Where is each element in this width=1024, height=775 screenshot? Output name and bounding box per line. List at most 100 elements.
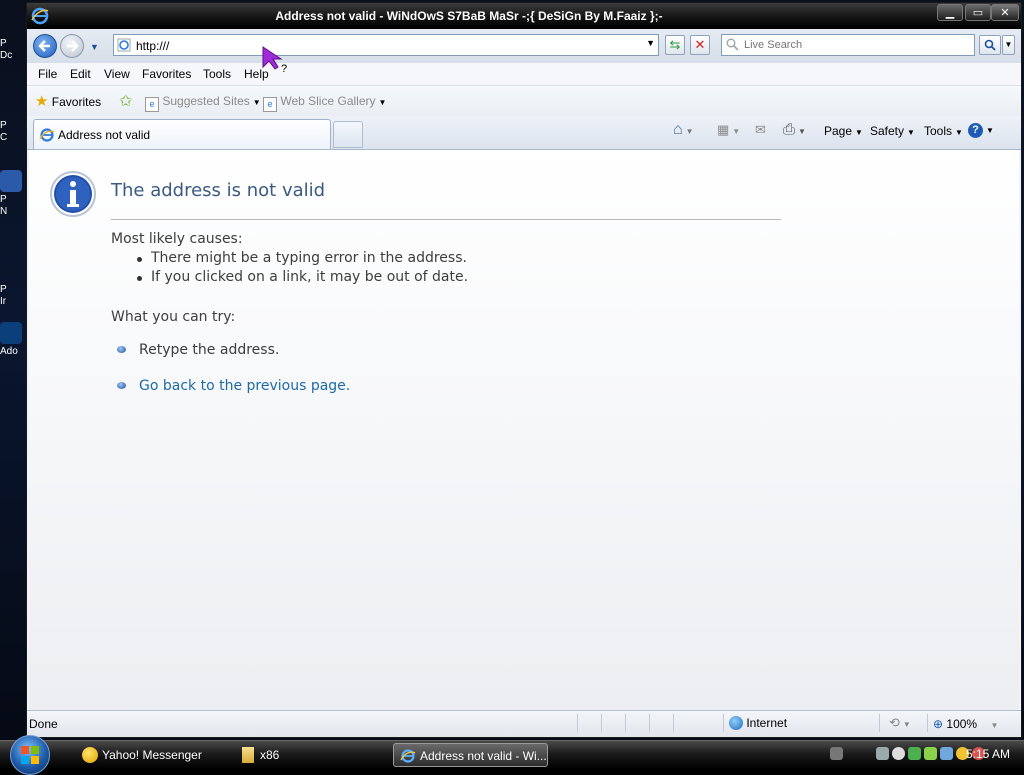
blue-bullet-icon	[117, 346, 126, 353]
go-back-link[interactable]: Go back to the previous page.	[139, 378, 350, 394]
stop-button[interactable]: ✕	[690, 35, 710, 55]
menu-view[interactable]: View	[104, 67, 130, 81]
windows-logo-icon	[21, 746, 39, 764]
taskbar-item-ie[interactable]: Address not valid - Wi...	[393, 743, 548, 767]
web-slice-gallery-label: Web Slice Gallery	[280, 94, 376, 108]
taskbar-item-x86[interactable]: x86	[234, 743, 384, 767]
ie-logo-icon	[39, 128, 55, 142]
causes-heading: Most likely causes:	[111, 231, 243, 247]
page-menu-label: Page	[824, 124, 853, 138]
zoom-control[interactable]: ⊕ 100% ▼	[933, 717, 998, 731]
desktop-icon[interactable]: Ado	[0, 322, 26, 358]
tools-menu[interactable]: Tools ▼	[924, 124, 963, 138]
address-text[interactable]: http:///	[136, 39, 169, 53]
close-button[interactable]: ✕	[991, 4, 1019, 21]
safety-menu[interactable]: Safety ▼	[870, 124, 915, 138]
suggested-sites-link[interactable]: e Suggested Sites ▼	[145, 94, 261, 112]
refresh-button[interactable]: ⇆	[665, 35, 685, 55]
ie-logo-icon	[400, 749, 416, 763]
browser-window: Address not valid - WiNdOwS S7BaB MaSr -…	[26, 2, 1022, 738]
page-title: The address is not valid	[111, 180, 326, 201]
menu-file[interactable]: File	[38, 67, 57, 81]
search-box[interactable]	[721, 34, 975, 56]
bullet	[137, 257, 142, 262]
title-divider	[111, 219, 781, 220]
feeds-button[interactable]: ▦ ▼	[717, 122, 740, 138]
retype-suggestion: Retype the address.	[139, 342, 280, 358]
desktop-icon[interactable]: P Dc	[0, 38, 26, 62]
recent-pages-dropdown[interactable]: ▼	[90, 42, 99, 52]
cause-item: There might be a typing error in the add…	[151, 250, 467, 266]
back-arrow-icon	[38, 40, 50, 52]
svg-text:?: ?	[281, 63, 287, 75]
window-title: Address not valid - WiNdOwS S7BaB MaSr -…	[275, 9, 663, 23]
forward-arrow-icon	[67, 40, 79, 52]
folder-icon	[242, 747, 254, 763]
app-icon	[0, 170, 22, 192]
search-icon	[726, 38, 739, 51]
home-button[interactable]: ⌂ ▼	[673, 121, 694, 139]
menu-bar: File Edit View Favorites Tools Help ?	[27, 46, 1021, 86]
read-mail-button[interactable]: ✉	[755, 122, 766, 138]
network-icon[interactable]	[876, 747, 889, 760]
search-options-dropdown[interactable]: ▼	[1002, 35, 1015, 55]
forward-button[interactable]	[60, 34, 84, 58]
desktop-icon[interactable]: P Ir	[0, 284, 26, 308]
address-bar[interactable]: http:/// ▼	[113, 34, 659, 56]
back-button[interactable]	[33, 34, 57, 58]
protected-mode-icon[interactable]: ⟲ ▼	[889, 715, 911, 731]
desktop-icon[interactable]: P C	[0, 120, 26, 144]
favorites-button[interactable]: ★ Favorites	[35, 92, 101, 110]
cause-item: If you clicked on a link, it may be out …	[151, 269, 469, 285]
status-separator	[625, 714, 626, 732]
system-tray: 5:15 AM	[828, 741, 1024, 769]
status-separator	[927, 714, 928, 732]
zone-label: Internet	[746, 716, 788, 730]
zoom-icon: ⊕	[933, 717, 944, 731]
new-tab-button[interactable]	[333, 121, 363, 148]
maximize-button[interactable]: ▭	[965, 4, 991, 21]
window-icon[interactable]	[940, 747, 953, 760]
print-button[interactable]: ⎙ ▼	[783, 121, 806, 138]
star-icon: ★	[35, 93, 49, 110]
zone-indicator[interactable]: Internet	[729, 716, 787, 730]
help-cursor-icon: ?	[262, 46, 287, 75]
magnifier-icon	[984, 39, 996, 51]
web-slice-gallery-link[interactable]: e Web Slice Gallery ▼	[263, 94, 386, 112]
search-button[interactable]	[979, 35, 1001, 55]
page-menu[interactable]: Page ▼	[824, 124, 863, 138]
messenger-icon[interactable]	[924, 747, 937, 760]
keyboard-icon[interactable]	[830, 747, 843, 760]
desktop-icon[interactable]: P N	[0, 170, 26, 218]
add-to-favorites-icon[interactable]: ✩	[119, 91, 132, 111]
bullet	[137, 276, 142, 281]
status-separator	[673, 714, 674, 732]
page-content: The address is not valid Most likely cau…	[29, 150, 1019, 711]
status-text: Done	[29, 717, 58, 731]
title-bar[interactable]: Address not valid - WiNdOwS S7BaB MaSr -…	[27, 3, 1021, 29]
suggested-sites-label: Suggested Sites	[162, 94, 250, 108]
try-heading: What you can try:	[111, 309, 236, 325]
start-button[interactable]	[10, 735, 50, 775]
menu-favorites[interactable]: Favorites	[142, 67, 191, 81]
page-icon: e	[263, 97, 277, 112]
clock[interactable]: 5:15 AM	[966, 747, 1010, 761]
address-dropdown-icon[interactable]: ▼	[646, 38, 655, 48]
desktop-icon-label: P C	[0, 120, 8, 143]
help-button[interactable]: ? ▼	[968, 122, 994, 138]
app-icon	[0, 322, 22, 344]
tab-address-not-valid[interactable]: Address not valid	[33, 119, 331, 149]
minimize-button[interactable]: ▁	[937, 4, 963, 21]
info-icon	[50, 171, 96, 217]
tab-row: Address not valid ⌂ ▼ ▦ ▼ ✉ ⎙ ▼ Page ▼ Safet…	[27, 116, 1021, 150]
page-icon	[117, 38, 131, 52]
minus-icon[interactable]	[892, 747, 905, 760]
taskbar-item-yahoo-messenger[interactable]: Yahoo! Messenger	[76, 743, 226, 767]
menu-edit[interactable]: Edit	[70, 67, 91, 81]
menu-tools[interactable]: Tools	[203, 67, 231, 81]
search-input[interactable]	[742, 38, 966, 52]
favorites-bar: ★ Favorites ✩ e Suggested Sites ▼ e Web S…	[27, 86, 1021, 116]
taskbar-item-label: Address not valid - Wi...	[420, 749, 547, 763]
status-bar: Done Internet ⟲ ▼ ⊕ 100% ▼	[27, 710, 1021, 737]
security-icon[interactable]	[908, 747, 921, 760]
